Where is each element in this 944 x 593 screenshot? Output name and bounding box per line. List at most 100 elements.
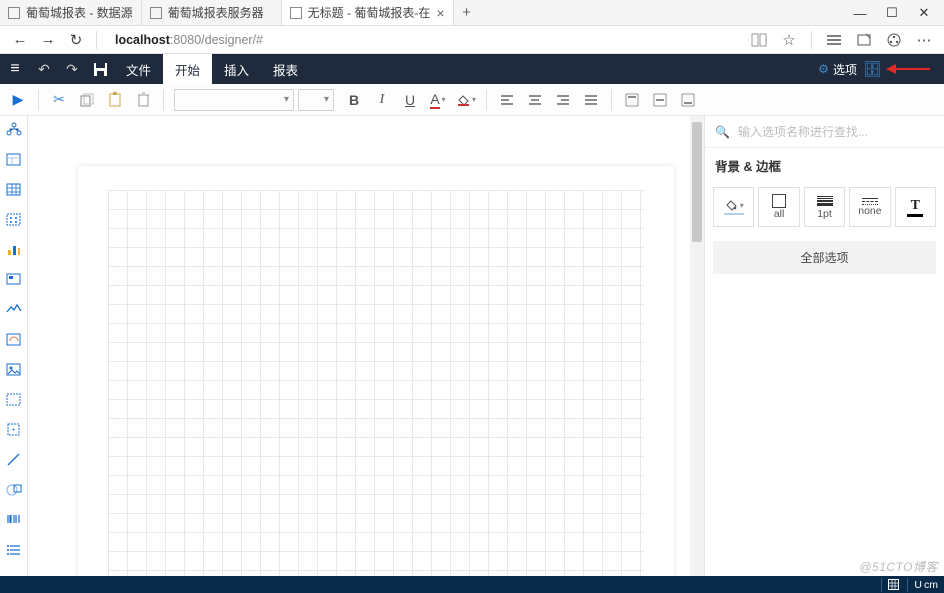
shape-icon[interactable] bbox=[3, 480, 25, 498]
separator bbox=[163, 90, 164, 110]
preview-button[interactable]: ▶ bbox=[5, 87, 31, 113]
container-icon[interactable] bbox=[3, 270, 25, 288]
menu-report[interactable]: 报表 bbox=[261, 54, 310, 84]
bold-button[interactable]: B bbox=[341, 87, 367, 113]
valign-middle-button[interactable] bbox=[647, 87, 673, 113]
minimize-button[interactable]: — bbox=[844, 0, 876, 26]
cut-button[interactable]: ✂ bbox=[46, 87, 72, 113]
browser-address-bar: ← → ↻ localhost:8080/designer/# ☆ ⋯ bbox=[0, 26, 944, 54]
options-button[interactable]: ⚙ 选项 bbox=[818, 61, 857, 78]
align-right-button[interactable] bbox=[550, 87, 576, 113]
delete-button[interactable] bbox=[130, 87, 156, 113]
more-icon[interactable]: ⋯ bbox=[912, 28, 936, 52]
chart-icon[interactable] bbox=[3, 240, 25, 258]
divider bbox=[96, 31, 97, 49]
border-style-label: none bbox=[858, 205, 881, 217]
redo-button[interactable]: ↷ bbox=[58, 54, 86, 84]
left-tool-rail bbox=[0, 116, 28, 576]
align-left-button[interactable] bbox=[494, 87, 520, 113]
component-form-icon[interactable] bbox=[3, 150, 25, 168]
property-search: 🔍 bbox=[705, 116, 944, 148]
app-top-bar: ≡ ↶ ↷ 文件 开始 插入 报表 ⚙ 选项 🗄 bbox=[0, 54, 944, 84]
new-tab-button[interactable]: + bbox=[454, 4, 480, 21]
design-canvas[interactable] bbox=[28, 116, 704, 576]
favorite-icon[interactable]: ☆ bbox=[777, 28, 801, 52]
database-icon: 🗄 bbox=[863, 60, 882, 78]
menu-file-label: 文件 bbox=[126, 60, 151, 79]
border-sides-cell[interactable]: all bbox=[758, 187, 799, 227]
page-icon bbox=[8, 7, 20, 19]
border-props-row: ▾ all 1pt none T bbox=[705, 183, 944, 231]
refresh-button[interactable]: ↻ bbox=[64, 28, 88, 52]
fill-color-button[interactable] bbox=[453, 87, 479, 113]
sparkline-icon[interactable] bbox=[3, 300, 25, 318]
menu-insert[interactable]: 插入 bbox=[212, 54, 261, 84]
status-bar: U cm bbox=[0, 576, 944, 593]
menu-file[interactable]: 文件 bbox=[114, 54, 163, 84]
align-justify-button[interactable] bbox=[578, 87, 604, 113]
border-color-cell[interactable]: T bbox=[895, 187, 936, 227]
image-icon[interactable] bbox=[3, 360, 25, 378]
section-title: 背景 & 边框 bbox=[705, 148, 944, 183]
font-family-select[interactable]: ▾ bbox=[174, 89, 294, 111]
watermark: @51CTO博客 bbox=[859, 558, 938, 575]
browser-tab-2[interactable]: 葡萄城报表服务器 bbox=[142, 0, 282, 25]
share-icon[interactable] bbox=[882, 28, 906, 52]
hub-lines-icon[interactable] bbox=[822, 28, 846, 52]
font-color-button[interactable]: A bbox=[425, 87, 451, 113]
maximize-button[interactable]: ☐ bbox=[876, 0, 908, 26]
grid-toggle[interactable] bbox=[881, 578, 899, 592]
barcode-icon[interactable] bbox=[3, 510, 25, 528]
url-field[interactable]: localhost:8080/designer/# bbox=[115, 33, 263, 47]
font-size-select[interactable]: ▾ bbox=[298, 89, 334, 111]
close-tab-icon[interactable]: × bbox=[436, 5, 444, 21]
forward-button[interactable]: → bbox=[36, 28, 60, 52]
matrix-icon[interactable] bbox=[3, 210, 25, 228]
fill-color-cell[interactable]: ▾ bbox=[713, 187, 754, 227]
bucket-icon bbox=[724, 199, 737, 211]
tab-label: 无标题 - 葡萄城报表-在 bbox=[308, 4, 431, 21]
list-icon[interactable] bbox=[3, 540, 25, 558]
save-icon[interactable] bbox=[86, 54, 114, 84]
back-button[interactable]: ← bbox=[8, 28, 32, 52]
valign-top-button[interactable] bbox=[619, 87, 645, 113]
textbox-icon[interactable] bbox=[3, 390, 25, 408]
paste-button[interactable] bbox=[102, 87, 128, 113]
chevron-down-icon: ▾ bbox=[740, 201, 744, 210]
align-center-button[interactable] bbox=[522, 87, 548, 113]
notes-icon[interactable] bbox=[852, 28, 876, 52]
undo-button[interactable]: ↶ bbox=[30, 54, 58, 84]
border-weight-cell[interactable]: 1pt bbox=[804, 187, 845, 227]
ribbon-toolbar: ▶ ✂ ▾ ▾ B I U A bbox=[0, 84, 944, 116]
scrollbar-thumb[interactable] bbox=[692, 122, 702, 242]
browser-tab-strip: 葡萄城报表 - 数据源 葡萄城报表服务器 无标题 - 葡萄城报表-在 × + —… bbox=[0, 0, 944, 26]
tab-label: 葡萄城报表 - 数据源 bbox=[26, 4, 133, 21]
close-window-button[interactable]: ✕ bbox=[908, 0, 940, 26]
menu-start-label: 开始 bbox=[175, 60, 200, 79]
italic-button[interactable]: I bbox=[369, 87, 395, 113]
menu-start-active[interactable]: 开始 bbox=[163, 54, 212, 84]
unit-indicator[interactable]: U cm bbox=[907, 578, 938, 592]
checkbox-icon[interactable] bbox=[3, 420, 25, 438]
line-icon[interactable] bbox=[3, 450, 25, 468]
browser-tab-3-active[interactable]: 无标题 - 葡萄城报表-在 × bbox=[282, 0, 454, 25]
copy-button[interactable] bbox=[74, 87, 100, 113]
all-options-button[interactable]: 全部选项 bbox=[713, 241, 936, 274]
browser-tab-1[interactable]: 葡萄城报表 - 数据源 bbox=[0, 0, 142, 25]
underline-button[interactable]: U bbox=[397, 87, 423, 113]
reading-view-icon[interactable] bbox=[747, 28, 771, 52]
gauge-icon[interactable] bbox=[3, 330, 25, 348]
weight-lines-icon bbox=[817, 194, 833, 208]
vertical-scrollbar[interactable] bbox=[690, 116, 704, 576]
valign-bottom-button[interactable] bbox=[675, 87, 701, 113]
datasource-button[interactable]: 🗄 bbox=[863, 60, 882, 78]
separator bbox=[38, 90, 39, 110]
table-icon[interactable] bbox=[3, 180, 25, 198]
hamburger-menu-icon[interactable]: ≡ bbox=[0, 54, 30, 84]
divider bbox=[811, 31, 812, 49]
hierarchy-icon[interactable] bbox=[3, 120, 25, 138]
border-style-cell[interactable]: none bbox=[849, 187, 890, 227]
options-label: 选项 bbox=[833, 61, 857, 78]
property-search-input[interactable] bbox=[736, 124, 934, 140]
tab-label: 葡萄城报表服务器 bbox=[168, 4, 264, 21]
